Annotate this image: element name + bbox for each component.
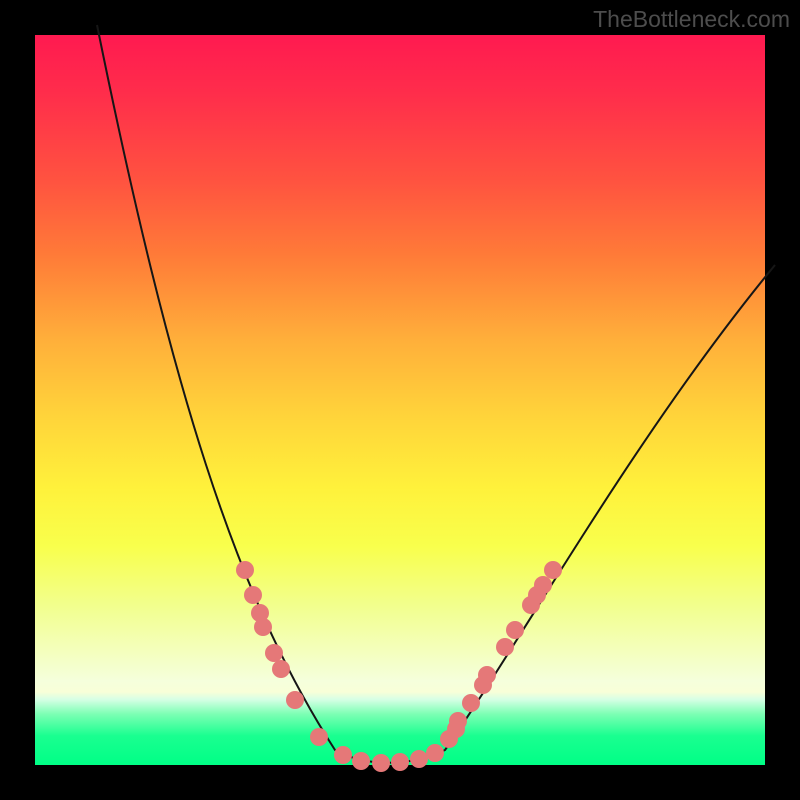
bottleneck-curve (97, 25, 775, 763)
data-dot (265, 644, 283, 662)
data-dot (506, 621, 524, 639)
data-dot (310, 728, 328, 746)
data-dot (478, 666, 496, 684)
data-dot (449, 712, 467, 730)
data-dot (496, 638, 514, 656)
data-dots (236, 561, 562, 772)
chart-frame: TheBottleneck.com (0, 0, 800, 800)
data-dot (334, 746, 352, 764)
data-dot (254, 618, 272, 636)
data-dot (244, 586, 262, 604)
data-dot (352, 752, 370, 770)
data-dot (462, 694, 480, 712)
data-dot (534, 576, 552, 594)
data-dot (286, 691, 304, 709)
watermark-text: TheBottleneck.com (593, 6, 790, 33)
data-dot (410, 750, 428, 768)
data-dot (236, 561, 254, 579)
plot-area (35, 35, 765, 765)
data-dot (426, 744, 444, 762)
data-dot (544, 561, 562, 579)
data-dot (372, 754, 390, 772)
data-dot (272, 660, 290, 678)
data-dot (391, 753, 409, 771)
curve-layer (35, 35, 765, 765)
